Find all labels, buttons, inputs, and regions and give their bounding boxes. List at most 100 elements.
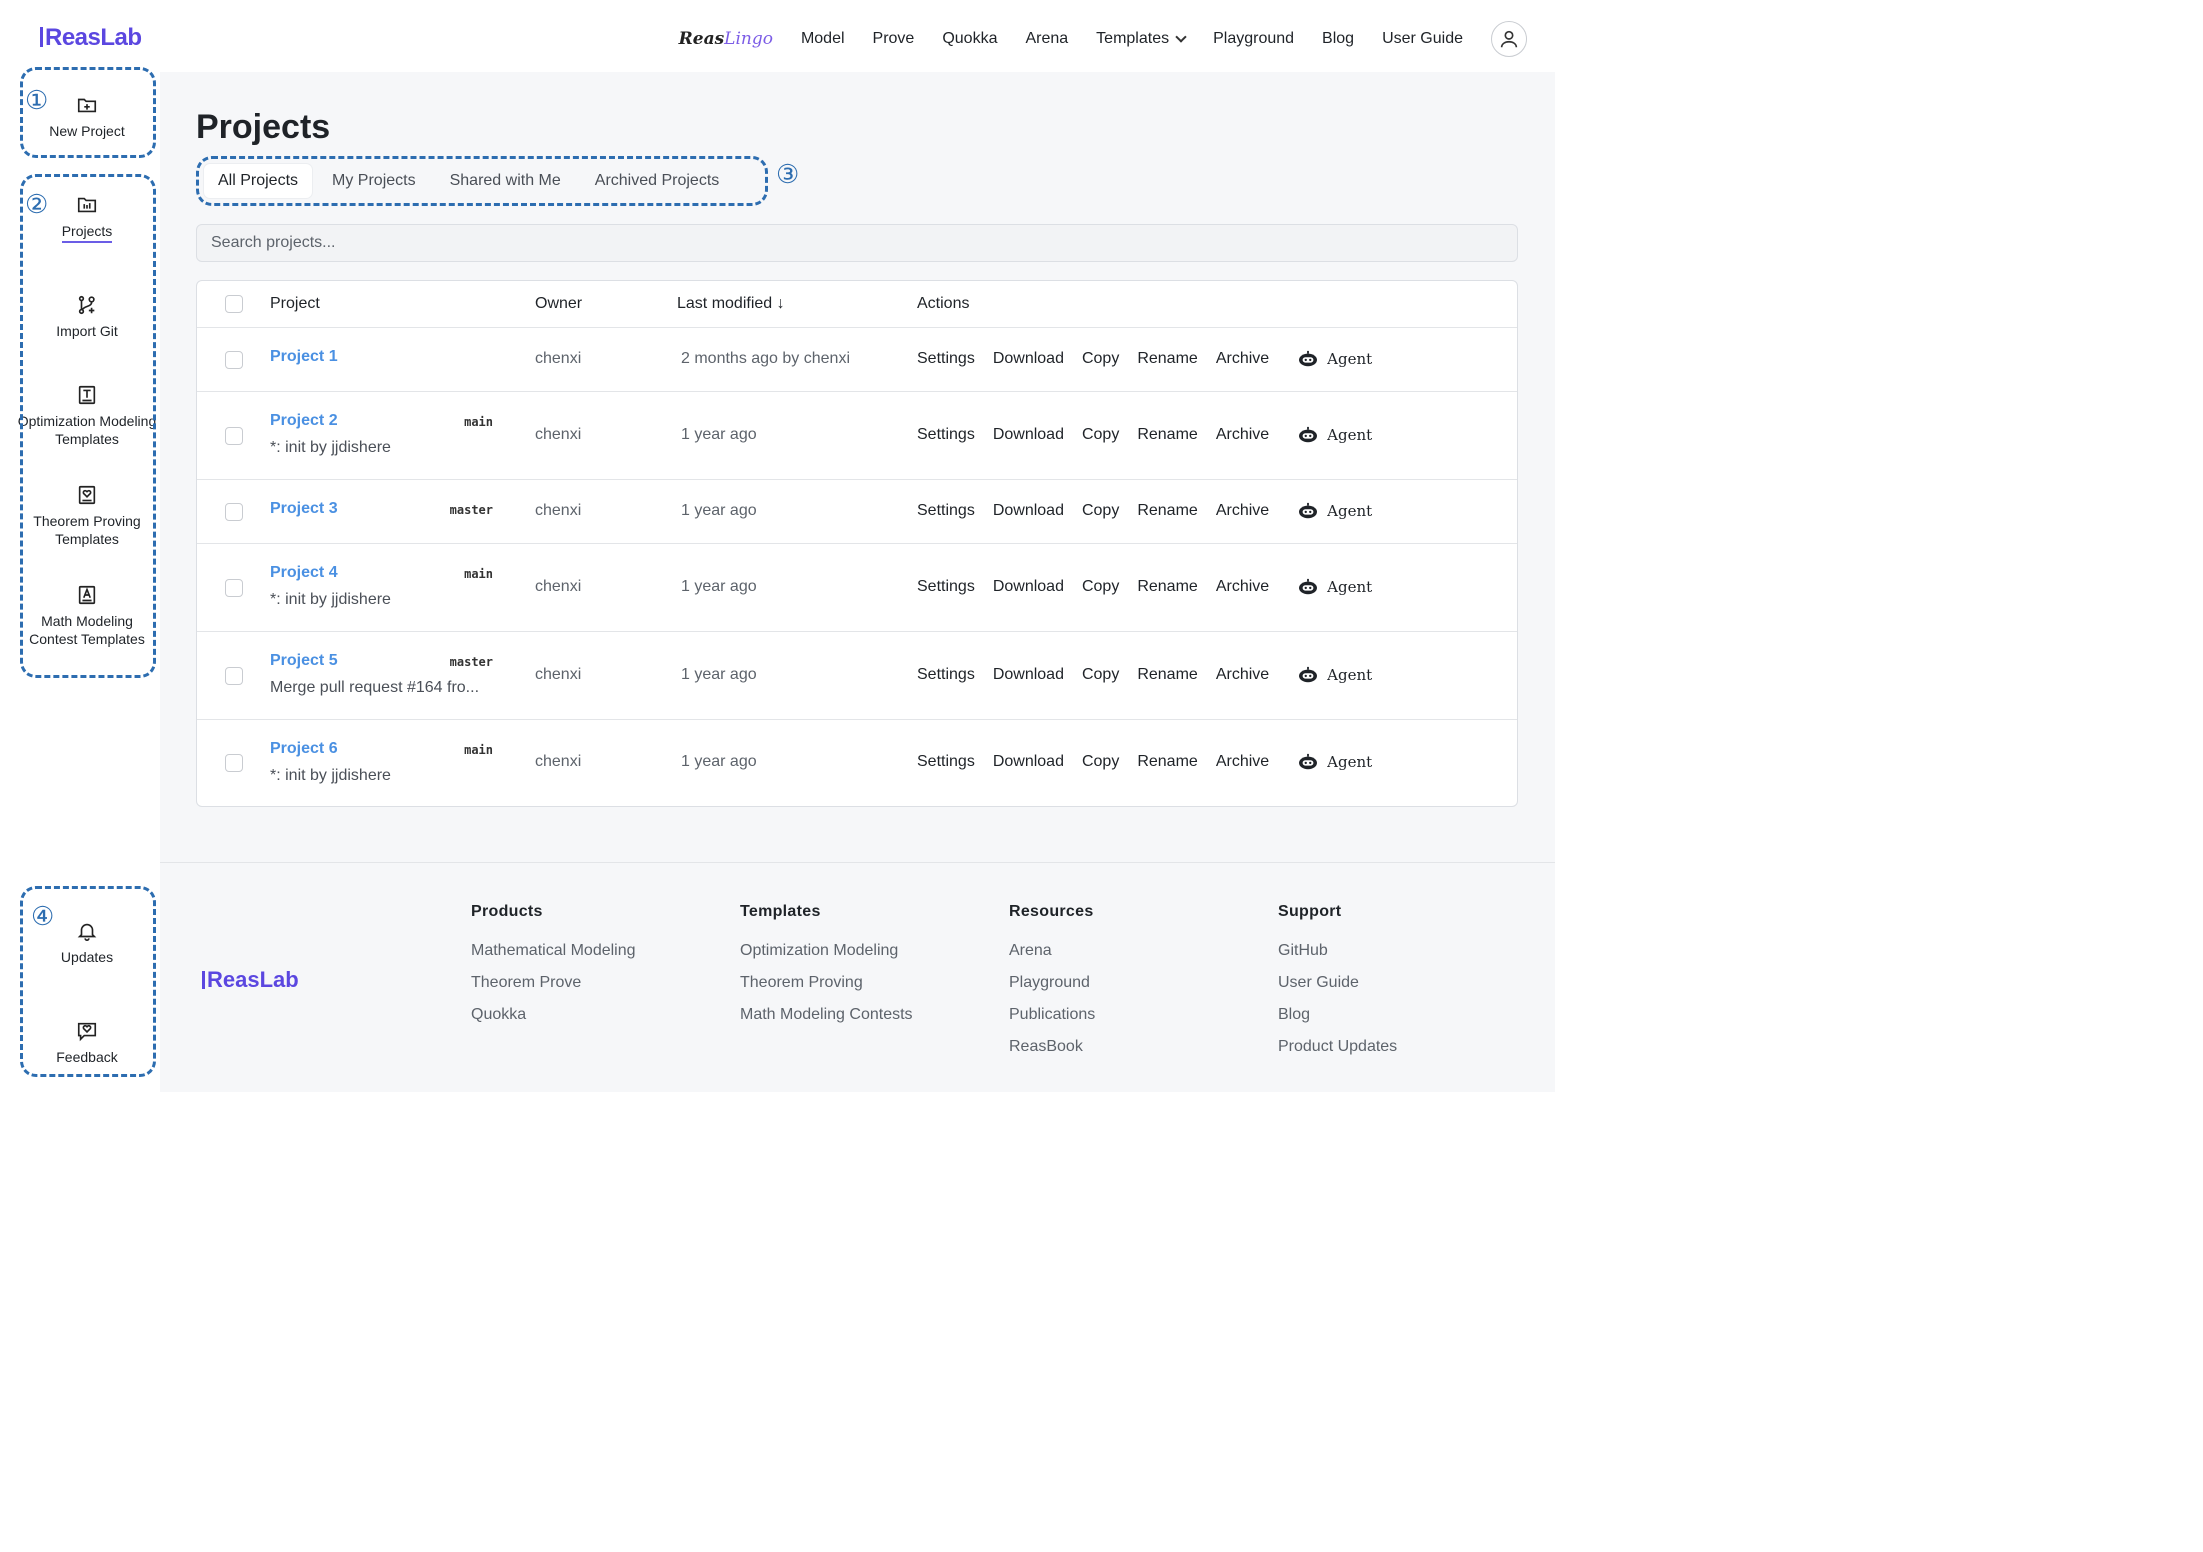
rename-action[interactable]: Rename xyxy=(1137,426,1197,444)
agent-button[interactable]: Agent xyxy=(1297,578,1372,596)
last-commit-message: Merge pull request #164 fro... xyxy=(270,679,480,696)
download-action[interactable]: Download xyxy=(993,350,1064,368)
project-name-link[interactable]: Project 3 xyxy=(270,500,338,518)
footer-link[interactable]: Playground xyxy=(1009,973,1095,992)
rename-action[interactable]: Rename xyxy=(1137,753,1197,771)
agent-button[interactable]: Agent xyxy=(1297,502,1372,520)
footer-link[interactable]: User Guide xyxy=(1278,973,1397,992)
row-checkbox[interactable] xyxy=(225,579,243,597)
footer-link[interactable]: Quokka xyxy=(471,1005,636,1024)
archive-action[interactable]: Archive xyxy=(1216,666,1269,684)
footer-link[interactable]: Optimization Modeling xyxy=(740,941,913,960)
robot-agent-icon xyxy=(1299,578,1318,595)
copy-action[interactable]: Copy xyxy=(1082,666,1119,684)
footer-link[interactable]: Arena xyxy=(1009,941,1095,960)
footer-link[interactable]: Math Modeling Contests xyxy=(740,1005,913,1024)
download-action[interactable]: Download xyxy=(993,426,1064,444)
archive-action[interactable]: Archive xyxy=(1216,753,1269,771)
download-action[interactable]: Download xyxy=(993,753,1064,771)
nav-user-guide[interactable]: User Guide xyxy=(1382,30,1463,48)
copy-action[interactable]: Copy xyxy=(1082,753,1119,771)
nav-templates-dropdown[interactable]: Templates xyxy=(1096,30,1187,48)
table-header: Project Owner Last modified ↓ Actions xyxy=(197,281,1517,328)
rename-action[interactable]: Rename xyxy=(1137,666,1197,684)
nav-prove[interactable]: Prove xyxy=(873,30,915,48)
footer-link[interactable]: Blog xyxy=(1278,1005,1397,1024)
footer-link[interactable]: Theorem Prove xyxy=(471,973,636,992)
project-name-link[interactable]: Project 1 xyxy=(270,348,338,366)
table-row: Project 6 main *: init by jjdishere chenxi 1… xyxy=(197,720,1517,806)
reaslingo-link[interactable]: ReasLingo xyxy=(679,29,773,49)
search-input[interactable] xyxy=(196,224,1518,262)
agent-button[interactable]: Agent xyxy=(1297,350,1372,368)
settings-action[interactable]: Settings xyxy=(917,753,975,771)
footer-logo[interactable]: ReasLab xyxy=(202,967,299,993)
footer-link[interactable]: Product Updates xyxy=(1278,1037,1397,1056)
robot-agent-icon xyxy=(1299,666,1318,683)
download-action[interactable]: Download xyxy=(993,578,1064,596)
project-name-link[interactable]: Project 6 xyxy=(270,740,338,758)
row-checkbox[interactable] xyxy=(225,351,243,369)
table-row: Project 3 master chenxi 1 year ago Settings D… xyxy=(197,480,1517,544)
agent-button[interactable]: Agent xyxy=(1297,753,1372,771)
settings-action[interactable]: Settings xyxy=(917,666,975,684)
table-row: Project 4 main *: init by jjdishere chenxi 1… xyxy=(197,544,1517,632)
branch-badge: master xyxy=(449,503,493,517)
row-checkbox[interactable] xyxy=(225,503,243,521)
footer-link[interactable]: Publications xyxy=(1009,1005,1095,1024)
reaslab-logo[interactable]: ReasLab xyxy=(40,24,142,52)
user-avatar-icon[interactable] xyxy=(1491,21,1527,57)
branch-badge: main xyxy=(464,415,493,429)
project-name-link[interactable]: Project 2 xyxy=(270,412,338,430)
settings-action[interactable]: Settings xyxy=(917,426,975,444)
annotation-marker-4: ④ xyxy=(31,902,55,932)
footer-col-templates: Templates Optimization Modeling Theorem … xyxy=(740,903,913,1024)
nav-playground[interactable]: Playground xyxy=(1213,30,1294,48)
rename-action[interactable]: Rename xyxy=(1137,350,1197,368)
settings-action[interactable]: Settings xyxy=(917,350,975,368)
settings-action[interactable]: Settings xyxy=(917,578,975,596)
row-checkbox[interactable] xyxy=(225,667,243,685)
agent-button[interactable]: Agent xyxy=(1297,426,1372,444)
project-name-link[interactable]: Project 5 xyxy=(270,652,338,670)
copy-action[interactable]: Copy xyxy=(1082,578,1119,596)
footer-link[interactable]: ReasBook xyxy=(1009,1037,1095,1056)
copy-action[interactable]: Copy xyxy=(1082,350,1119,368)
archive-action[interactable]: Archive xyxy=(1216,426,1269,444)
archive-action[interactable]: Archive xyxy=(1216,502,1269,520)
annotation-marker-3: ③ xyxy=(776,160,800,190)
footer-link[interactable]: GitHub xyxy=(1278,941,1397,960)
row-checkbox[interactable] xyxy=(225,427,243,445)
footer: ReasLab Products Mathematical Modeling T… xyxy=(160,862,1555,1092)
last-commit-message: *: init by jjdishere xyxy=(270,591,391,608)
copy-action[interactable]: Copy xyxy=(1082,502,1119,520)
header-last-modified[interactable]: Last modified ↓ xyxy=(677,295,785,313)
copy-action[interactable]: Copy xyxy=(1082,426,1119,444)
nav-blog[interactable]: Blog xyxy=(1322,30,1354,48)
rename-action[interactable]: Rename xyxy=(1137,502,1197,520)
nav-arena[interactable]: Arena xyxy=(1025,30,1068,48)
download-action[interactable]: Download xyxy=(993,666,1064,684)
robot-agent-icon xyxy=(1299,502,1318,519)
archive-action[interactable]: Archive xyxy=(1216,578,1269,596)
agent-button[interactable]: Agent xyxy=(1297,666,1372,684)
footer-col-resources: Resources Arena Playground Publications … xyxy=(1009,903,1096,1056)
branch-badge: main xyxy=(464,567,493,581)
last-commit-message: *: init by jjdishere xyxy=(270,767,391,784)
row-checkbox[interactable] xyxy=(225,754,243,772)
nav-model[interactable]: Model xyxy=(801,30,845,48)
select-all-checkbox[interactable] xyxy=(225,295,243,313)
download-action[interactable]: Download xyxy=(993,502,1064,520)
rename-action[interactable]: Rename xyxy=(1137,578,1197,596)
owner-cell: chenxi xyxy=(535,578,582,595)
footer-link[interactable]: Theorem Proving xyxy=(740,973,913,992)
nav-quokka[interactable]: Quokka xyxy=(942,30,997,48)
last-modified-cell: 1 year ago xyxy=(681,502,757,519)
project-name-link[interactable]: Project 4 xyxy=(270,564,338,582)
owner-cell: chenxi xyxy=(535,666,582,683)
footer-link[interactable]: Mathematical Modeling xyxy=(471,941,636,960)
top-navbar: ReasLab ReasLingo Model Prove Quokka Are… xyxy=(0,0,1561,72)
row-actions: Settings Download Copy Rename Archive Agent xyxy=(917,502,1372,520)
archive-action[interactable]: Archive xyxy=(1216,350,1269,368)
settings-action[interactable]: Settings xyxy=(917,502,975,520)
